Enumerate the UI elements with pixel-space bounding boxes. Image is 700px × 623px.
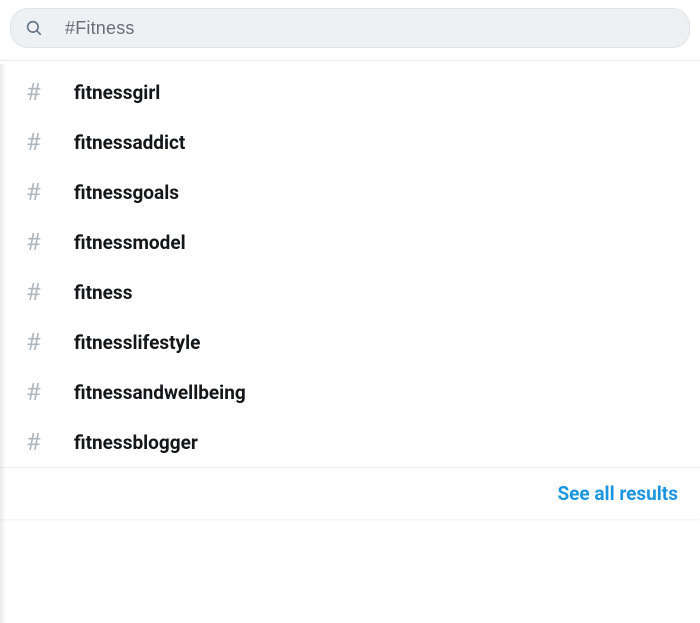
search-box[interactable] [10,8,690,48]
suggestion-item[interactable]: #fitness [0,267,700,317]
suggestion-item[interactable]: #fitnessaddict [0,117,700,167]
suggestion-text: fitnesslifestyle [74,331,200,354]
dropdown-footer: See all results [0,467,700,519]
search-icon [25,19,43,37]
suggestion-item[interactable]: #fitnessgirl [0,67,700,117]
suggestion-list: #fitnessgirl#fitnessaddict#fitnessgoals#… [0,61,700,467]
hashtag-icon: # [26,80,74,104]
hashtag-icon: # [26,180,74,204]
suggestion-text: fitnessblogger [74,431,198,454]
suggestion-item[interactable]: #fitnessmodel [0,217,700,267]
suggestion-text: fitnessgirl [74,81,160,104]
search-dropdown: #fitnessgirl#fitnessaddict#fitnessgoals#… [0,60,700,519]
suggestion-text: fitnessmodel [74,231,186,254]
suggestion-item[interactable]: #fitnessblogger [0,417,700,467]
hashtag-icon: # [26,430,74,454]
hashtag-icon: # [26,230,74,254]
hashtag-icon: # [26,130,74,154]
hashtag-icon: # [26,280,74,304]
see-all-results-link[interactable]: See all results [557,482,678,505]
suggestion-text: fitnessandwellbeing [74,381,246,404]
hashtag-icon: # [26,330,74,354]
suggestion-text: fitness [74,281,132,304]
search-input[interactable] [65,18,675,39]
suggestion-item[interactable]: #fitnesslifestyle [0,317,700,367]
suggestion-item[interactable]: #fitnessandwellbeing [0,367,700,417]
suggestion-item[interactable]: #fitnessgoals [0,167,700,217]
suggestion-text: fitnessgoals [74,181,179,204]
suggestion-text: fitnessaddict [74,131,185,154]
hashtag-icon: # [26,380,74,404]
